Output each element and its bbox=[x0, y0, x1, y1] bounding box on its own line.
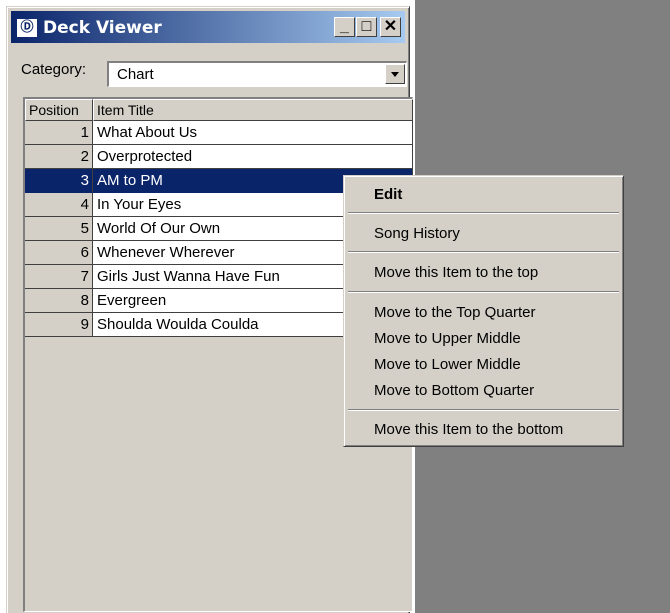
row-title: Overprotected bbox=[93, 145, 413, 169]
row-position: 4 bbox=[25, 193, 93, 217]
category-value: Chart bbox=[117, 66, 154, 83]
row-position: 1 bbox=[25, 121, 93, 145]
row-position: 3 bbox=[25, 169, 93, 193]
close-button[interactable]: ✕ bbox=[380, 17, 401, 37]
menu-item-move-lower-middle[interactable]: Move to Lower Middle bbox=[374, 356, 521, 373]
category-dropdown[interactable]: Chart bbox=[107, 61, 407, 87]
dropdown-arrow-icon[interactable] bbox=[385, 64, 405, 84]
table-row[interactable]: 2 Overprotected bbox=[25, 145, 413, 169]
row-position: 9 bbox=[25, 313, 93, 337]
menu-separator bbox=[348, 291, 619, 293]
column-header-position[interactable]: Position bbox=[25, 99, 93, 121]
menu-separator bbox=[348, 212, 619, 214]
menu-item-move-top[interactable]: Move this Item to the top bbox=[374, 264, 538, 281]
app-icon: Ⓓ bbox=[17, 19, 37, 37]
row-position: 5 bbox=[25, 217, 93, 241]
window-title: Deck Viewer bbox=[43, 18, 162, 38]
row-position: 7 bbox=[25, 265, 93, 289]
row-position: 2 bbox=[25, 145, 93, 169]
menu-item-song-history[interactable]: Song History bbox=[374, 225, 460, 242]
menu-item-move-top-quarter[interactable]: Move to the Top Quarter bbox=[374, 304, 535, 321]
row-position: 8 bbox=[25, 289, 93, 313]
table-row[interactable]: 1 What About Us bbox=[25, 121, 413, 145]
context-menu: Edit Song History Move this Item to the … bbox=[343, 175, 624, 447]
column-header-item-title[interactable]: Item Title bbox=[93, 99, 413, 121]
category-label: Category: bbox=[21, 61, 87, 78]
minimize-button[interactable]: _ bbox=[334, 17, 355, 37]
menu-item-move-upper-middle[interactable]: Move to Upper Middle bbox=[374, 330, 521, 347]
title-bar[interactable]: Ⓓ Deck Viewer _ □ ✕ bbox=[11, 11, 405, 43]
menu-item-edit[interactable]: Edit bbox=[374, 186, 402, 203]
menu-separator bbox=[348, 409, 619, 411]
maximize-button[interactable]: □ bbox=[356, 17, 377, 37]
menu-item-move-bottom-quarter[interactable]: Move to Bottom Quarter bbox=[374, 382, 534, 399]
row-title: What About Us bbox=[93, 121, 413, 145]
row-position: 6 bbox=[25, 241, 93, 265]
menu-separator bbox=[348, 251, 619, 253]
menu-item-move-bottom[interactable]: Move this Item to the bottom bbox=[374, 421, 563, 438]
